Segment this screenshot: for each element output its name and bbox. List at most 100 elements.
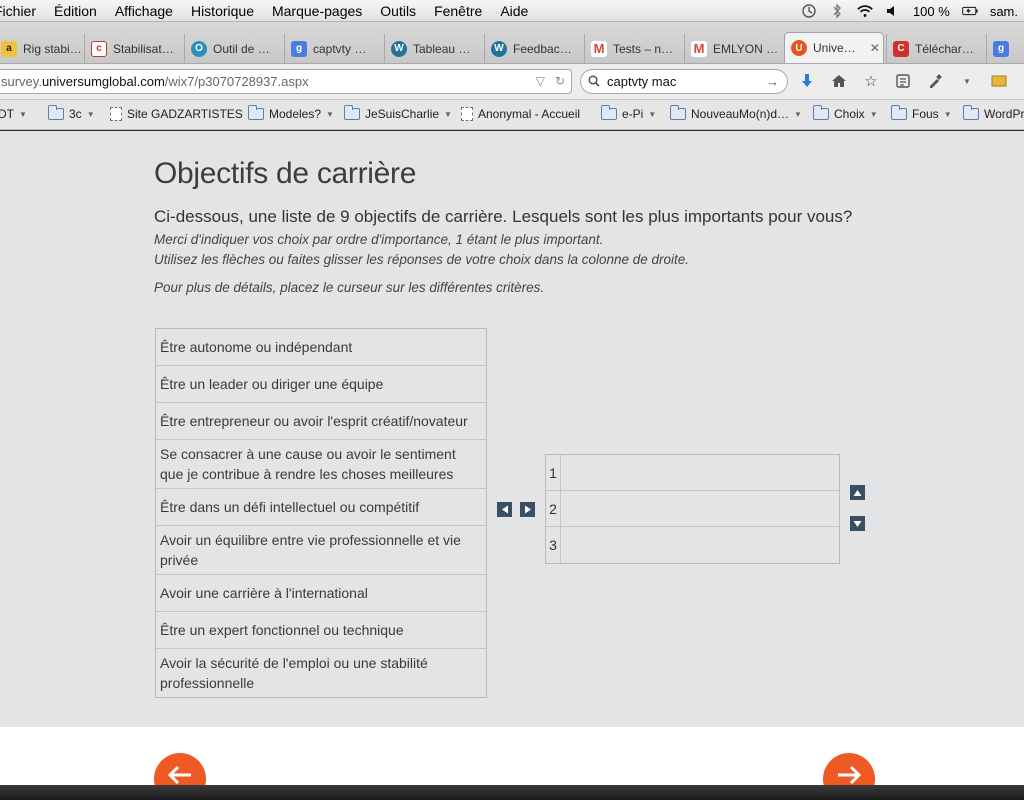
tab-2[interactable]: c Stabilisat… (84, 34, 184, 63)
folder-icon (813, 105, 829, 120)
option-item[interactable]: Être un leader ou diriger une équipe (156, 366, 486, 403)
bookmark-3c[interactable]: 3c ▼ (48, 105, 95, 121)
option-item[interactable]: Être autonome ou indépendant (156, 329, 486, 366)
option-item[interactable]: Se consacrer à une cause ou avoir le sen… (156, 440, 486, 489)
option-item[interactable]: Être un expert fonctionnel ou technique (156, 612, 486, 649)
move-up-button[interactable] (850, 485, 865, 500)
bookmark-modeles[interactable]: Modeles? ▼ (248, 105, 334, 121)
move-left-button[interactable] (497, 502, 512, 517)
time-machine-icon[interactable] (801, 3, 817, 19)
option-item[interactable]: Avoir une carrière à l'international (156, 575, 486, 612)
bookmark-jesuischarlie[interactable]: JeSuisCharlie ▼ (344, 105, 452, 121)
option-item[interactable]: Avoir la sécurité de l'emploi ou une sta… (156, 649, 486, 697)
bookmark-anonymal[interactable]: Anonymal - Accueil (461, 107, 580, 121)
search-input[interactable]: captvty mac (607, 74, 676, 89)
bookmark-wordpress[interactable]: WordPre (963, 105, 1024, 121)
menu-edition[interactable]: Édition (45, 3, 106, 19)
menu-historique[interactable]: Historique (182, 3, 263, 19)
tab-11[interactable]: g (986, 34, 1024, 63)
tab-5[interactable]: W Tableau … (384, 34, 484, 63)
volume-icon[interactable] (885, 3, 901, 19)
previous-button[interactable] (154, 753, 206, 785)
chevron-down-icon: ▼ (943, 109, 952, 119)
bookmark-fous[interactable]: Fous ▼ (891, 105, 952, 121)
move-down-button[interactable] (850, 516, 865, 531)
menu-aide[interactable]: Aide (491, 3, 537, 19)
bookmark-site-gadzartistes[interactable]: Site GADZARTISTES (110, 107, 243, 121)
user-name[interactable]: sam. (990, 4, 1018, 19)
folder-icon (670, 105, 686, 120)
tab-3[interactable]: O Outil de … (184, 34, 284, 63)
url-bar[interactable]: survey.universumglobal.com/wix7/p3070728… (0, 69, 572, 94)
tab-4[interactable]: g captvty … (284, 34, 384, 63)
menu-outils[interactable]: Outils (371, 3, 425, 19)
arrow-up-icon (853, 489, 862, 496)
tab-10[interactable]: C Téléchar… (886, 34, 986, 63)
bookmark-choix[interactable]: Choix ▼ (813, 105, 878, 121)
universum-icon: U (791, 40, 807, 56)
chevron-down-icon: ▼ (648, 109, 657, 119)
rank-row[interactable]: 3 (546, 527, 839, 563)
rank-row[interactable]: 2 (546, 491, 839, 527)
next-button[interactable] (823, 753, 875, 785)
google-icon: g (291, 40, 307, 57)
reload-icon[interactable]: ↻ (555, 70, 565, 93)
menu-fenetre[interactable]: Fenêtre (425, 3, 491, 19)
menu-fichier[interactable]: Fichier (0, 3, 45, 19)
rank-number: 3 (546, 527, 561, 563)
navigation-bar: survey.universumglobal.com/wix7/p3070728… (0, 64, 1024, 100)
option-item[interactable]: Être entrepreneur ou avoir l'esprit créa… (156, 403, 486, 440)
bookmarks-list-icon[interactable] (894, 71, 912, 91)
arrow-back-icon (167, 765, 191, 785)
chevron-down-icon[interactable]: ▼ (958, 71, 976, 91)
folder-icon (891, 105, 907, 120)
bookmark-label: Site GADZARTISTES (127, 107, 243, 121)
bookmark-label: JeSuisCharlie (365, 107, 440, 121)
search-go-arrow-icon[interactable]: → (766, 70, 779, 93)
tab-label: Feedbac… (513, 41, 572, 56)
tab-6[interactable]: W Feedbac… (484, 34, 584, 63)
survey-page: Objectifs de carrière Ci-dessous, une li… (0, 131, 1024, 727)
tab-9-active[interactable]: U Unive… ✕ (784, 32, 884, 63)
option-item[interactable]: Avoir un équilibre entre vie professionn… (156, 526, 486, 575)
move-right-button[interactable] (520, 502, 535, 517)
rank-slot[interactable] (561, 527, 839, 563)
bookmark-nouveaumonde[interactable]: NouveauMo(n)d… ▼ (670, 105, 802, 121)
rank-slot[interactable] (561, 491, 839, 526)
chevron-down-icon: ▼ (86, 109, 95, 119)
instruction-hover: Pour plus de détails, placez le curseur … (154, 280, 545, 295)
battery-icon[interactable] (962, 3, 978, 19)
bookmark-dt[interactable]: DT ▼ (0, 107, 27, 121)
bookmark-star-icon[interactable]: ☆ (862, 71, 880, 91)
search-bar[interactable]: captvty mac → (580, 69, 788, 94)
site-icon: O (191, 40, 207, 57)
tab-label: Téléchar… (915, 41, 974, 56)
dropdown-history-icon[interactable]: ▽ (536, 70, 545, 93)
option-item[interactable]: Être dans un défi intellectuel ou compét… (156, 489, 486, 526)
menu-marque-pages[interactable]: Marque-pages (263, 3, 371, 19)
addon-icon[interactable] (990, 71, 1008, 91)
bookmark-e-pi[interactable]: e-Pi ▼ (601, 105, 657, 121)
dropper-tool-icon[interactable] (926, 71, 944, 91)
menu-affichage[interactable]: Affichage (106, 3, 182, 19)
gmail-icon: M (591, 40, 607, 57)
tab-label: Stabilisat… (113, 41, 174, 56)
bookmarks-bar: DT ▼ 3c ▼ Site GADZARTISTES Modeles? ▼ JeSu… (0, 100, 1024, 130)
tab-label: Rig stabi… (23, 41, 82, 56)
ranking-table: 1 2 3 (545, 454, 840, 564)
home-icon[interactable] (830, 71, 848, 91)
bluetooth-icon[interactable] (829, 3, 845, 19)
tab-8[interactable]: M EMLYON … (684, 34, 784, 63)
wifi-icon[interactable] (857, 3, 873, 19)
rank-slot[interactable] (561, 455, 839, 490)
tab-7[interactable]: M Tests – n… (584, 34, 684, 63)
folder-icon (48, 105, 64, 120)
rank-row[interactable]: 1 (546, 455, 839, 491)
page-icon (461, 107, 473, 121)
download-icon[interactable] (798, 71, 816, 91)
instruction-arrows: Utilisez les flèches ou faites glisser l… (154, 252, 690, 267)
tab-label: captvty … (313, 41, 367, 56)
tab-1[interactable]: a Rig stabi… (0, 34, 84, 63)
rank-number: 2 (546, 491, 561, 526)
close-tab-icon[interactable]: ✕ (870, 41, 880, 55)
